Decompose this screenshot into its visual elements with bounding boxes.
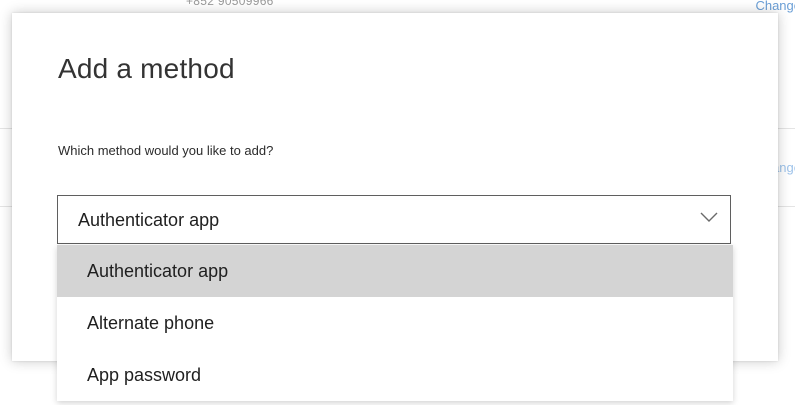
method-dropdown-list: Authenticator app Alternate phone App pa…	[57, 245, 733, 401]
method-option-app-password[interactable]: App password	[57, 349, 733, 401]
dialog-title: Add a method	[58, 53, 235, 84]
method-question-label: Which method would you like to add?	[58, 143, 274, 158]
method-select[interactable]: Authenticator app	[57, 195, 731, 244]
method-option-alternate-phone[interactable]: Alternate phone	[57, 297, 733, 349]
background-phone-number: +852 90509966	[186, 0, 274, 8]
chevron-down-icon	[700, 212, 718, 222]
background-change-link[interactable]: Change	[755, 0, 795, 13]
method-select-value: Authenticator app	[78, 210, 220, 230]
method-option-authenticator-app[interactable]: Authenticator app	[57, 245, 733, 297]
